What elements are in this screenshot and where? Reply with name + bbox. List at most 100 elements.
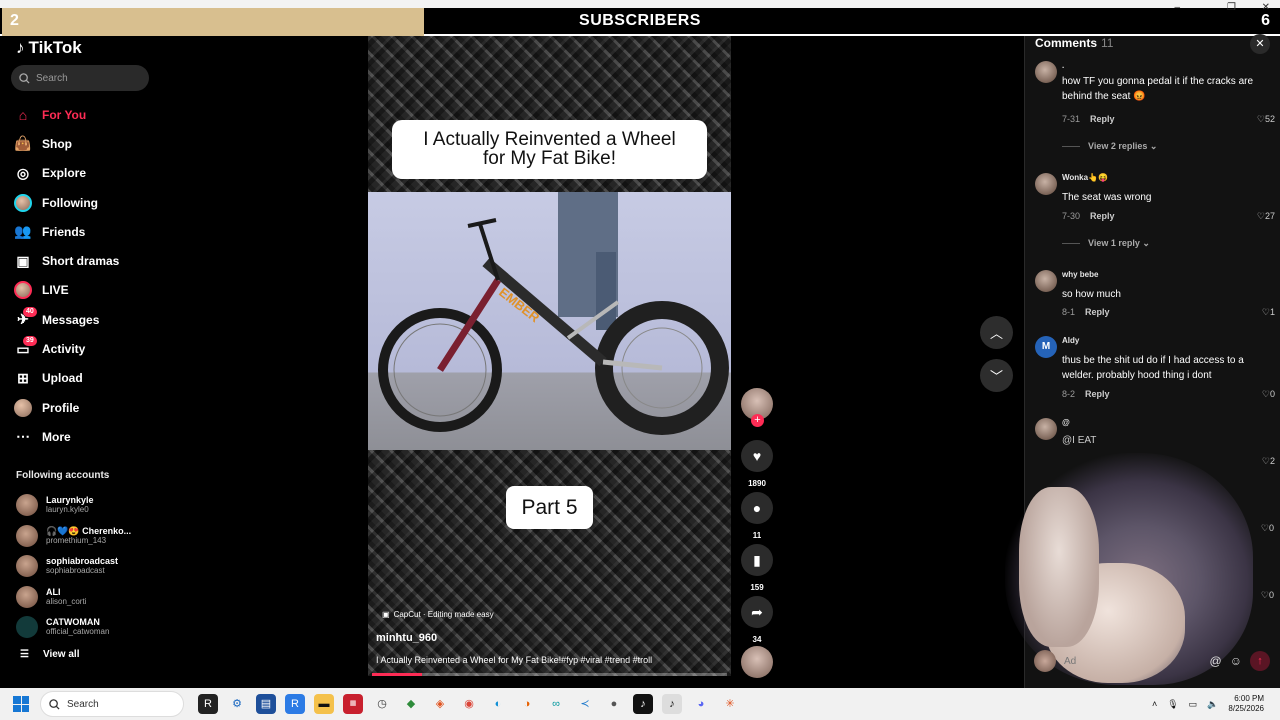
save-button[interactable]: ▮ 159 [740, 544, 774, 592]
account-item[interactable]: Laurynkyle lauryn.kyle0 [16, 490, 131, 521]
commenter-avatar[interactable] [1035, 270, 1057, 292]
file-explorer-icon[interactable]: ▬ [314, 694, 334, 714]
comment-like-button[interactable]: ♡0 [1261, 590, 1274, 601]
claude-app-icon[interactable]: ✳ [720, 694, 740, 714]
nav-explore[interactable]: ◎ Explore [14, 159, 119, 188]
taskbar-search[interactable]: Search [40, 691, 184, 717]
search-input[interactable]: Search [11, 65, 149, 91]
remote-app-icon[interactable]: R [285, 694, 305, 714]
commenter-avatar[interactable] [1035, 61, 1057, 83]
chrome-alt-icon[interactable]: ◆ [401, 694, 421, 714]
previous-video-button[interactable]: ︿ [980, 316, 1013, 349]
account-name: ALI [46, 586, 61, 597]
nav-friends[interactable]: 👥 Friends [14, 217, 119, 246]
edge-browser-icon[interactable]: ◐ [488, 694, 508, 714]
like-button[interactable]: ♥ 1890 [740, 440, 774, 488]
account-item[interactable]: ALI alison_corti [16, 582, 131, 613]
vscode-app-icon[interactable]: ≺ [575, 694, 595, 714]
nav-following[interactable]: Following [14, 188, 119, 217]
commenter-name[interactable]: Aldy [1062, 336, 1079, 345]
following-avatar-icon [14, 193, 32, 212]
view-replies-button[interactable]: View 1 reply ⌄ [1062, 238, 1150, 249]
comment-like-button[interactable]: ♡27 [1257, 211, 1275, 222]
music-disc-icon [741, 646, 773, 678]
chevron-up-icon[interactable]: ˄ [1152, 699, 1157, 709]
nav-activity[interactable]: ▭ 39 Activity [14, 334, 119, 363]
send-comment-button[interactable]: ↑ [1250, 651, 1270, 671]
brave-browser-icon[interactable]: ◈ [430, 694, 450, 714]
commenter-avatar[interactable] [1035, 418, 1057, 440]
next-video-button[interactable]: ﹀ [980, 359, 1013, 392]
comment-like-button[interactable]: ♡52 [1257, 114, 1275, 125]
network-icon[interactable]: ▭ [1189, 699, 1198, 710]
emoji-icon[interactable]: ☺ [1230, 654, 1242, 668]
nav-more[interactable]: ⋯ More [14, 422, 119, 451]
nav-messages[interactable]: ✈ 40 Messages [14, 305, 119, 334]
nav-upload[interactable]: ⊞ Upload [14, 364, 119, 393]
tiktok-active-app-icon[interactable]: ♪ [662, 694, 682, 714]
comment-like-button[interactable]: ♡2 [1262, 456, 1275, 467]
nav-profile[interactable]: Profile [14, 393, 119, 422]
search-placeholder: Search [36, 72, 68, 84]
follow-plus-icon[interactable]: + [751, 414, 764, 427]
microphone-icon[interactable]: 🎙 [1167, 699, 1178, 710]
commenter-name[interactable]: . [1062, 61, 1064, 70]
computer-app-icon[interactable]: ▤ [256, 694, 276, 714]
film-icon: ▣ [16, 252, 30, 269]
nav-live[interactable]: LIVE [14, 276, 119, 305]
account-item[interactable]: sophiabroadcast sophiabroadcast [16, 551, 131, 582]
windows-start-button[interactable] [13, 696, 29, 712]
comment-input[interactable]: Ad [1064, 656, 1202, 667]
nav-for-you[interactable]: ⌂ For You [14, 100, 119, 129]
github-app-icon[interactable]: ● [604, 694, 624, 714]
view-all-label: View all [42, 649, 80, 660]
reply-button[interactable]: Reply [1085, 389, 1110, 399]
commenter-avatar[interactable]: M [1035, 336, 1057, 358]
video-description[interactable]: I Actually Reinvented a Wheel for My Fat… [376, 655, 652, 665]
taskbar-clock[interactable]: 6:00 PM 8/25/2026 [1228, 694, 1264, 714]
firefox-browser-icon[interactable]: ◑ [517, 694, 537, 714]
following-accounts-header: Following accounts [16, 470, 110, 481]
account-avatar [16, 555, 38, 578]
capcut-label[interactable]: ▣ CapCut · Editing made easy [382, 610, 494, 619]
share-count: 34 [752, 635, 762, 644]
terminal-app-icon[interactable]: R [198, 694, 218, 714]
share-button[interactable]: ➦ 34 [740, 596, 774, 644]
comment-like-button[interactable]: ♡1 [1262, 307, 1275, 318]
video-author[interactable]: minhtu_960 [376, 632, 437, 644]
comment-button[interactable]: ● 11 [740, 492, 774, 540]
reply-button[interactable]: Reply [1090, 211, 1115, 221]
chrome-browser-icon[interactable]: ◉ [459, 694, 479, 714]
clock-app-icon[interactable]: ◷ [372, 694, 392, 714]
settings-app-icon[interactable]: ⚙ [227, 694, 247, 714]
arduino-app-icon[interactable]: ∞ [546, 694, 566, 714]
creator-avatar-button[interactable]: + [740, 388, 774, 427]
account-item[interactable]: 🎧💙😍 Cherenko... promethium_143 [16, 521, 131, 552]
music-disc-button[interactable] [740, 646, 774, 678]
reply-button[interactable]: Reply [1085, 307, 1110, 317]
video-progress-bar[interactable] [372, 673, 727, 676]
commenter-name[interactable]: Wonka👆😝 [1062, 173, 1108, 182]
commenter-name[interactable]: @ [1062, 418, 1070, 427]
nav-short-dramas[interactable]: ▣ Short dramas [14, 246, 119, 275]
view-replies-button[interactable]: View 2 replies ⌄ [1062, 141, 1157, 152]
media-app-icon[interactable]: ▦ [343, 694, 363, 714]
view-all-accounts-button[interactable]: ☰ View all [20, 649, 79, 660]
tiktok-logo[interactable]: ♪ TikTok [16, 38, 82, 58]
comment-like-count: 2 [1269, 456, 1275, 466]
comment-like-button[interactable]: ♡0 [1262, 389, 1275, 400]
subscriber-overlay-bar: – ❐ ✕ 2 SUBSCRIBERS 6 [0, 0, 1280, 36]
discord-app-icon[interactable]: ◕ [691, 694, 711, 714]
reply-button[interactable]: Reply [1090, 114, 1115, 124]
video-player[interactable]: I Actually Reinvented a Wheel for My Fat… [368, 36, 731, 676]
mention-icon[interactable]: @ [1210, 654, 1222, 668]
commenter-avatar[interactable] [1035, 173, 1057, 195]
view-replies-label: View 1 reply [1088, 238, 1140, 248]
comment-like-button[interactable]: ♡0 [1261, 523, 1274, 534]
nav-shop[interactable]: 👜 Shop [14, 129, 119, 158]
commenter-name[interactable]: why bebe [1062, 270, 1098, 279]
close-comments-button[interactable]: ✕ [1250, 34, 1270, 54]
account-item[interactable]: CATWOMAN official_catwoman [16, 612, 131, 643]
tiktok-app-icon[interactable]: ♪ [633, 694, 653, 714]
volume-icon[interactable]: 🔈 [1207, 699, 1218, 710]
